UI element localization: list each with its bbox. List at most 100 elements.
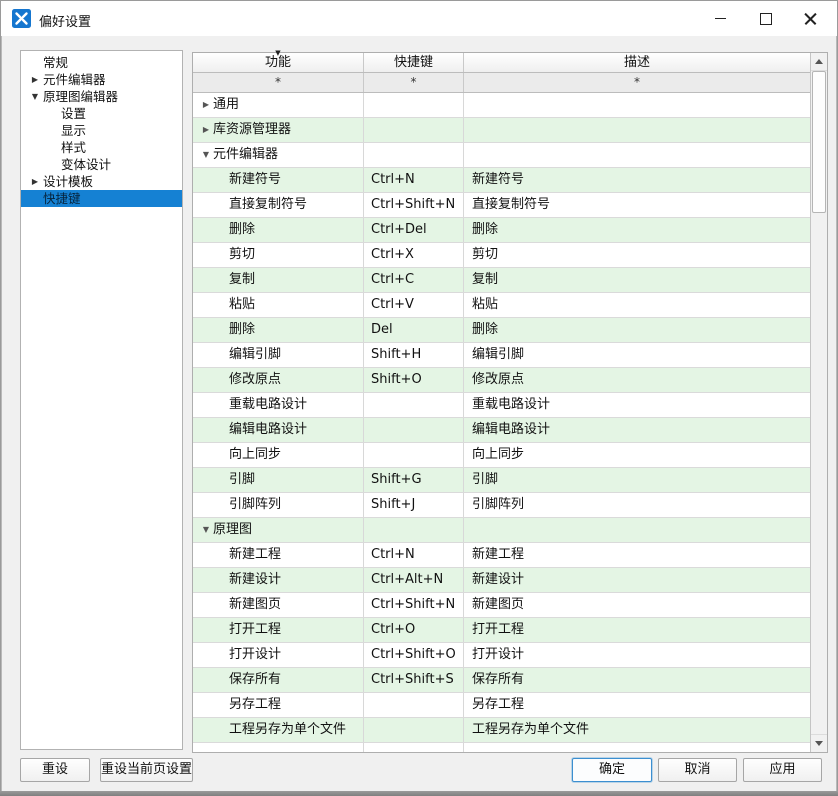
function-cell[interactable]: 引脚阵列 — [193, 493, 364, 517]
table-row[interactable]: 删除Ctrl+Del删除 — [193, 218, 810, 243]
function-cell[interactable]: 直接复制符号 — [193, 193, 364, 217]
table-row[interactable]: 修改原点Shift+O修改原点 — [193, 368, 810, 393]
sidebar-item-node[interactable]: ▶元件编辑器 — [21, 71, 182, 88]
table-row[interactable]: 工程另存为单个文件工程另存为单个文件 — [193, 718, 810, 743]
sidebar-item-node[interactable]: 样式 — [21, 139, 182, 156]
column-header-shortcut[interactable]: 快捷键 — [364, 53, 464, 72]
description-cell[interactable]: 引脚 — [464, 468, 810, 492]
function-cell[interactable]: 打开工程 — [193, 618, 364, 642]
shortcut-cell[interactable] — [364, 118, 464, 142]
description-cell[interactable]: 新建工程 — [464, 543, 810, 567]
function-cell[interactable]: 打开设计 — [193, 643, 364, 667]
filter-cell-shortcut[interactable]: * — [364, 73, 464, 92]
function-cell[interactable]: 复制 — [193, 268, 364, 292]
description-cell[interactable] — [464, 743, 810, 752]
table-row[interactable]: 打开工程Ctrl+O打开工程 — [193, 618, 810, 643]
function-cell[interactable]: 剪切 — [193, 243, 364, 267]
ok-button[interactable]: 确定 — [572, 758, 652, 782]
scroll-down-button[interactable] — [811, 734, 827, 752]
function-cell[interactable]: ▶库资源管理器 — [193, 118, 364, 142]
reset-current-page-button[interactable]: 重设当前页设置 — [100, 758, 193, 782]
group-row[interactable]: ▶库资源管理器 — [193, 118, 810, 143]
function-cell[interactable]: 重载电路设计 — [193, 393, 364, 417]
description-cell[interactable]: 新建设计 — [464, 568, 810, 592]
table-row[interactable]: 新建设计Ctrl+Alt+N新建设计 — [193, 568, 810, 593]
shortcut-cell[interactable]: Ctrl+X — [364, 243, 464, 267]
shortcut-cell[interactable]: Shift+J — [364, 493, 464, 517]
shortcut-cell[interactable] — [364, 743, 464, 752]
shortcut-cell[interactable]: Ctrl+Alt+N — [364, 568, 464, 592]
shortcut-cell[interactable]: Del — [364, 318, 464, 342]
close-button[interactable] — [788, 1, 833, 36]
shortcut-cell[interactable]: Ctrl+N — [364, 543, 464, 567]
function-cell[interactable]: 保存所有 — [193, 668, 364, 692]
function-cell[interactable]: 工程另存为单个文件 — [193, 718, 364, 742]
function-cell[interactable]: 引脚 — [193, 468, 364, 492]
description-cell[interactable]: 重载电路设计 — [464, 393, 810, 417]
shortcut-cell[interactable]: Ctrl+Shift+N — [364, 593, 464, 617]
function-cell[interactable]: ▼原理图 — [193, 518, 364, 542]
chevron-right-icon[interactable]: ▶ — [29, 173, 41, 190]
function-cell[interactable]: ▼元件编辑器 — [193, 143, 364, 167]
description-cell[interactable]: 保存所有 — [464, 668, 810, 692]
description-cell[interactable]: 删除 — [464, 318, 810, 342]
shortcut-cell[interactable]: Ctrl+N — [364, 168, 464, 192]
function-cell[interactable]: 向上同步 — [193, 443, 364, 467]
shortcut-cell[interactable]: Ctrl+Del — [364, 218, 464, 242]
chevron-right-icon[interactable]: ▶ — [29, 71, 41, 88]
sidebar-item-node[interactable]: ▶设计模板 — [21, 173, 182, 190]
function-cell[interactable]: ▶通用 — [193, 93, 364, 117]
function-cell[interactable]: 新建图页 — [193, 593, 364, 617]
scrollbar-thumb[interactable] — [812, 71, 826, 213]
shortcut-cell[interactable] — [364, 718, 464, 742]
table-row[interactable]: 引脚阵列Shift+J引脚阵列 — [193, 493, 810, 518]
description-cell[interactable]: 粘贴 — [464, 293, 810, 317]
shortcut-cell[interactable]: Ctrl+Shift+O — [364, 643, 464, 667]
filter-cell-description[interactable]: * — [464, 73, 810, 92]
description-cell[interactable]: 另存工程 — [464, 693, 810, 717]
shortcut-cell[interactable] — [364, 418, 464, 442]
sidebar-item-node[interactable]: 变体设计 — [21, 156, 182, 173]
table-row[interactable]: 编辑引脚Shift+H编辑引脚 — [193, 343, 810, 368]
shortcut-cell[interactable]: Ctrl+C — [364, 268, 464, 292]
table-row[interactable]: 向上同步向上同步 — [193, 443, 810, 468]
description-cell[interactable]: 编辑引脚 — [464, 343, 810, 367]
table-row[interactable]: 引脚Shift+G引脚 — [193, 468, 810, 493]
function-cell[interactable]: 粘贴 — [193, 293, 364, 317]
description-cell[interactable]: 新建符号 — [464, 168, 810, 192]
table-row[interactable]: 直接复制符号Ctrl+Shift+N直接复制符号 — [193, 193, 810, 218]
sidebar-item-node[interactable]: 显示 — [21, 122, 182, 139]
sidebar-item-node[interactable]: 设置 — [21, 105, 182, 122]
table-row[interactable]: 编辑电路设计编辑电路设计 — [193, 418, 810, 443]
table-row[interactable]: 保存所有Ctrl+Shift+S保存所有 — [193, 668, 810, 693]
maximize-button[interactable] — [743, 1, 788, 36]
collapse-group-icon[interactable]: ▼ — [199, 518, 213, 542]
description-cell[interactable]: 直接复制符号 — [464, 193, 810, 217]
description-cell[interactable] — [464, 93, 810, 117]
table-row[interactable]: 粘贴Ctrl+V粘贴 — [193, 293, 810, 318]
function-cell[interactable]: 新建工程 — [193, 543, 364, 567]
group-row[interactable]: ▼原理图 — [193, 518, 810, 543]
description-cell[interactable]: 剪切 — [464, 243, 810, 267]
cancel-button[interactable]: 取消 — [658, 758, 737, 782]
minimize-button[interactable] — [698, 1, 743, 36]
function-cell[interactable]: 删除 — [193, 218, 364, 242]
table-row[interactable]: 重载电路设计 重载电路设计 — [193, 393, 810, 418]
description-cell[interactable]: 修改原点 — [464, 368, 810, 392]
shortcut-cell[interactable]: Shift+G — [364, 468, 464, 492]
sidebar-item-node[interactable]: 常规 — [21, 54, 182, 71]
table-row[interactable]: 新建图页Ctrl+Shift+N新建图页 — [193, 593, 810, 618]
group-row[interactable]: ▶通用 — [193, 93, 810, 118]
description-cell[interactable]: 打开设计 — [464, 643, 810, 667]
shortcut-cell[interactable]: Ctrl+V — [364, 293, 464, 317]
partial-row[interactable] — [193, 743, 810, 752]
shortcut-cell[interactable] — [364, 443, 464, 467]
column-header-function[interactable]: ▼ 功能 — [193, 53, 364, 72]
description-cell[interactable]: 新建图页 — [464, 593, 810, 617]
description-cell[interactable]: 编辑电路设计 — [464, 418, 810, 442]
table-row[interactable]: 另存工程另存工程 — [193, 693, 810, 718]
description-cell[interactable]: 复制 — [464, 268, 810, 292]
description-cell[interactable] — [464, 118, 810, 142]
shortcut-cell[interactable]: Ctrl+Shift+N — [364, 193, 464, 217]
function-cell[interactable]: 新建符号 — [193, 168, 364, 192]
